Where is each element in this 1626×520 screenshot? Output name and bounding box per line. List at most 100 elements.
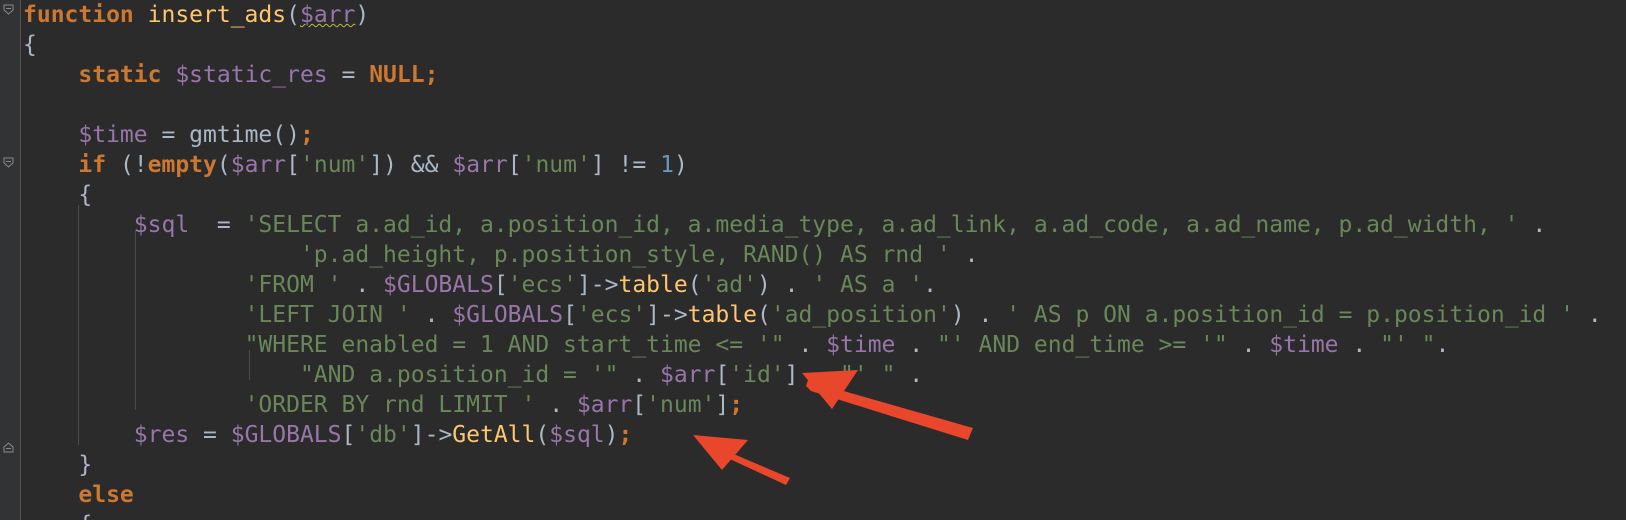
code-token: ) <box>604 422 619 448</box>
code-token: ] <box>715 392 730 418</box>
code-token: [ <box>493 272 508 298</box>
code-token: $arr <box>230 152 287 178</box>
code-token: 'LEFT JOIN ' <box>244 302 411 328</box>
code-token: ' AS p ON a.position_id = p.position_id … <box>1006 302 1574 328</box>
code-token: if <box>78 152 120 178</box>
code-token: "AND a.position_id = '" <box>299 362 619 388</box>
code-token: 'ORDER BY rnd LIMIT ' <box>244 392 536 418</box>
code-token: . <box>410 302 453 328</box>
code-token: $GLOBALS <box>383 272 494 298</box>
code-token: $arr <box>660 362 716 388</box>
code-token: empty <box>147 152 217 178</box>
code-token: function <box>23 2 148 28</box>
code-token: 'ad' <box>701 272 757 298</box>
code-token: 'num' <box>646 392 716 418</box>
code-token: ( <box>756 302 771 328</box>
code-token: 'num' <box>300 152 370 178</box>
code-line[interactable]: function insert_ads($arr) <box>23 0 369 30</box>
code-token: ) . <box>950 302 1007 328</box>
code-line[interactable]: 'FROM ' . $GLOBALS['ecs']->table('ad') .… <box>23 270 937 300</box>
code-token: $GLOBALS <box>230 422 342 448</box>
code-token: 'FROM ' <box>244 272 342 298</box>
code-token: (! <box>119 152 148 178</box>
code-token: 'db' <box>355 422 411 448</box>
code-token: ; <box>618 422 633 448</box>
code-token: . <box>535 392 577 418</box>
code-token: [ <box>563 302 577 328</box>
code-token: [ <box>715 362 730 388</box>
code-token: . <box>341 272 384 298</box>
code-token: . <box>1338 332 1381 358</box>
code-line[interactable]: else <box>23 480 134 510</box>
code-token: table <box>618 272 688 298</box>
code-line[interactable]: 'ORDER BY rnd LIMIT ' . $arr['num']; <box>23 390 744 420</box>
code-line[interactable]: 'p.ad_height, p.position_style, RAND() A… <box>23 240 979 270</box>
code-token: [ <box>507 152 522 178</box>
code-line[interactable]: 'LEFT JOIN ' . $GLOBALS['ecs']->table('a… <box>23 300 1602 330</box>
code-line[interactable]: if (!empty($arr['num']) && $arr['num'] !… <box>23 150 688 180</box>
code-line[interactable]: static $static_res = NULL; <box>23 60 438 90</box>
code-token: "WHERE enabled = 1 AND start_time <= '" <box>244 332 785 358</box>
code-token: ) <box>673 152 688 178</box>
code-token: [ <box>341 422 356 448</box>
code-token: . <box>784 332 827 358</box>
code-token: { <box>23 512 92 520</box>
code-line[interactable]: $sql = 'SELECT a.ad_id, a.position_id, a… <box>23 210 1546 240</box>
code-line[interactable]: $res = $GLOBALS['db']->GetAll($sql); <box>23 420 633 450</box>
code-token: $arr <box>452 152 508 178</box>
code-token: 'SELECT a.ad_id, a.position_id, a.media_… <box>244 212 1519 238</box>
code-token: = <box>327 62 370 88</box>
code-area[interactable]: function insert_ads($arr){ static $stati… <box>23 0 1626 520</box>
code-line[interactable]: "AND a.position_id = '" . $arr['id'] . "… <box>23 360 923 390</box>
code-token: ]-> <box>410 422 453 448</box>
code-line[interactable]: { <box>23 30 37 60</box>
code-token: ( <box>687 272 702 298</box>
code-token: = <box>189 422 231 448</box>
fold-marker-icon[interactable] <box>3 4 14 15</box>
code-token: ' AS a ' <box>812 272 924 298</box>
code-token: ; <box>299 122 314 148</box>
code-token: ) <box>355 2 370 28</box>
code-token: 'p.ad_height, p.position_style, RAND() A… <box>299 242 951 268</box>
fold-marker-icon[interactable] <box>3 157 14 168</box>
code-token: = <box>189 212 245 238</box>
code-token: ]) && <box>369 152 453 178</box>
code-token: 'num' <box>521 152 591 178</box>
code-token: . <box>1227 332 1270 358</box>
code-token: [ <box>286 152 300 178</box>
code-token: 'ecs' <box>507 272 577 298</box>
code-token: $sql <box>133 212 190 238</box>
editor-gutter <box>0 0 21 520</box>
code-token: NULL; <box>369 62 439 88</box>
code-token: [ <box>632 392 647 418</box>
code-token: ]-> <box>576 272 619 298</box>
code-token: 'ecs' <box>576 302 647 328</box>
code-line[interactable]: { <box>23 180 92 210</box>
code-token: $time <box>78 122 148 148</box>
code-token: = gmtime() <box>147 122 300 148</box>
code-token: "' " <box>1380 332 1436 358</box>
code-token: 1 <box>660 152 674 178</box>
code-line[interactable]: "WHERE enabled = 1 AND start_time <= '" … <box>23 330 1450 360</box>
code-token: ]-> <box>646 302 688 328</box>
code-token: ( <box>286 2 300 28</box>
code-token: . <box>895 362 924 388</box>
fold-marker-icon[interactable] <box>3 442 14 453</box>
code-token: 'ad_position' <box>770 302 951 328</box>
code-line[interactable]: $time = gmtime(); <box>23 120 314 150</box>
code-token: $arr <box>576 392 633 418</box>
code-line[interactable]: } <box>23 450 92 480</box>
code-token: . <box>895 332 937 358</box>
code-editor[interactable]: function insert_ads($arr){ static $stati… <box>0 0 1626 520</box>
code-token: else <box>78 482 134 508</box>
code-token: GetAll <box>452 422 536 448</box>
code-line[interactable]: { <box>23 510 92 520</box>
